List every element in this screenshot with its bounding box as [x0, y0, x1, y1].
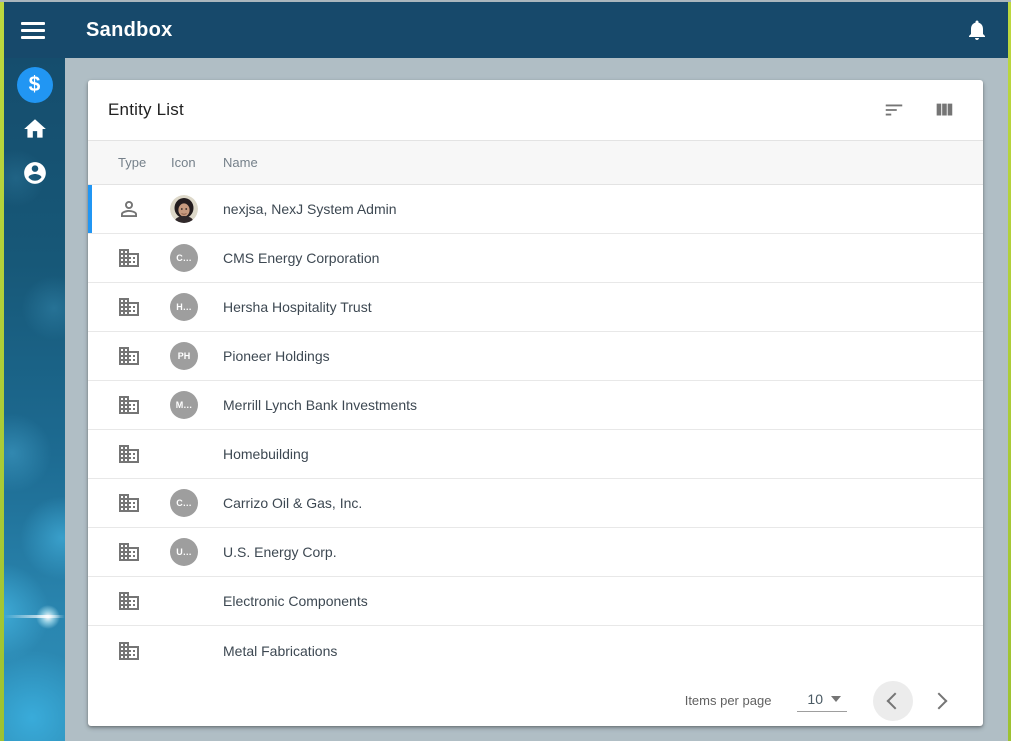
home-icon: [23, 119, 46, 138]
company-type-icon: [119, 592, 139, 610]
entity-name: Homebuilding: [223, 446, 309, 462]
app-bar: Sandbox: [0, 2, 1011, 58]
view-columns-icon[interactable]: [933, 99, 955, 121]
entity-name: CMS Energy Corporation: [223, 250, 380, 266]
column-header-icon: Icon: [171, 155, 196, 170]
entity-name: Pioneer Holdings: [223, 348, 330, 364]
table-row[interactable]: Electronic Components: [88, 577, 983, 626]
page-size-value: 10: [807, 691, 823, 707]
avatar: U…: [170, 538, 198, 566]
company-type-icon: [119, 641, 139, 660]
entity-name: Merrill Lynch Bank Investments: [223, 397, 417, 413]
chevron-left-icon: [886, 692, 904, 709]
avatar: C…: [170, 244, 198, 272]
page-size-select[interactable]: 10: [797, 689, 847, 712]
entity-name: Electronic Components: [223, 593, 368, 609]
page-title: Entity List: [108, 100, 184, 119]
sidebar-item-home[interactable]: [13, 107, 57, 151]
entity-name: Carrizo Oil & Gas, Inc.: [223, 495, 363, 511]
previous-page-button[interactable]: [873, 680, 913, 721]
table-header: Type Icon Name: [88, 140, 983, 185]
table-row[interactable]: C… Carrizo Oil & Gas, Inc.: [88, 479, 983, 528]
avatar-photo: [170, 195, 198, 223]
app-title: Sandbox: [86, 18, 173, 41]
table-row[interactable]: Homebuilding: [88, 430, 983, 479]
sidebar: $: [4, 58, 65, 741]
entity-name: nexjsa, NexJ System Admin: [223, 201, 397, 217]
table-row[interactable]: M… Merrill Lynch Bank Investments: [88, 381, 983, 430]
company-type-icon: [119, 543, 139, 561]
dollar-icon: $: [16, 67, 53, 103]
pagination-bar: Items per page 10: [88, 675, 983, 726]
items-per-page-label: Items per page: [684, 693, 772, 708]
entity-name: Metal Fabrications: [223, 642, 338, 659]
table-body: nexjsa, NexJ System Admin C… CMS Energy: [88, 185, 983, 675]
entity-list-card: Entity List Type Icon Name nexjsa, NexJ …: [88, 80, 983, 726]
table-row[interactable]: H… Hersha Hospitality Trust: [88, 283, 983, 332]
account-icon: [23, 162, 46, 184]
avatar: C…: [170, 489, 198, 517]
table-row[interactable]: Metal Fabrications: [88, 626, 983, 675]
company-type-icon: [119, 347, 139, 365]
column-header-name: Name: [223, 155, 258, 170]
chevron-right-icon: [930, 692, 948, 709]
lens-flare: [4, 615, 65, 618]
company-type-icon: [119, 298, 139, 316]
window-left-edge: [0, 0, 4, 741]
column-header-type: Type: [118, 155, 147, 170]
entity-name: Hersha Hospitality Trust: [223, 299, 372, 315]
company-type-icon: [119, 249, 139, 267]
table-row[interactable]: nexjsa, NexJ System Admin: [88, 185, 983, 234]
hamburger-icon: [20, 18, 45, 43]
person-type-icon: [121, 201, 137, 217]
company-type-icon: [119, 445, 139, 463]
entity-name: U.S. Energy Corp.: [223, 544, 337, 560]
selected-indicator: [88, 185, 92, 233]
table-row[interactable]: C… CMS Energy Corporation: [88, 234, 983, 283]
sidebar-item-profile[interactable]: [13, 151, 57, 195]
company-type-icon: [119, 396, 139, 414]
sort-icon[interactable]: [883, 99, 905, 121]
table-row[interactable]: U… U.S. Energy Corp.: [88, 528, 983, 577]
company-type-icon: [119, 494, 139, 512]
avatar: M…: [170, 391, 198, 419]
sidebar-item-finance[interactable]: $: [13, 63, 57, 107]
chevron-down-icon: [831, 696, 841, 702]
avatar: PH: [170, 342, 198, 370]
avatar: H…: [170, 293, 198, 321]
next-page-button[interactable]: [921, 681, 961, 721]
window-top-edge: [0, 0, 1011, 2]
table-row[interactable]: PH Pioneer Holdings: [88, 332, 983, 381]
menu-button[interactable]: [0, 18, 65, 43]
notifications-bell-icon[interactable]: [965, 18, 989, 42]
